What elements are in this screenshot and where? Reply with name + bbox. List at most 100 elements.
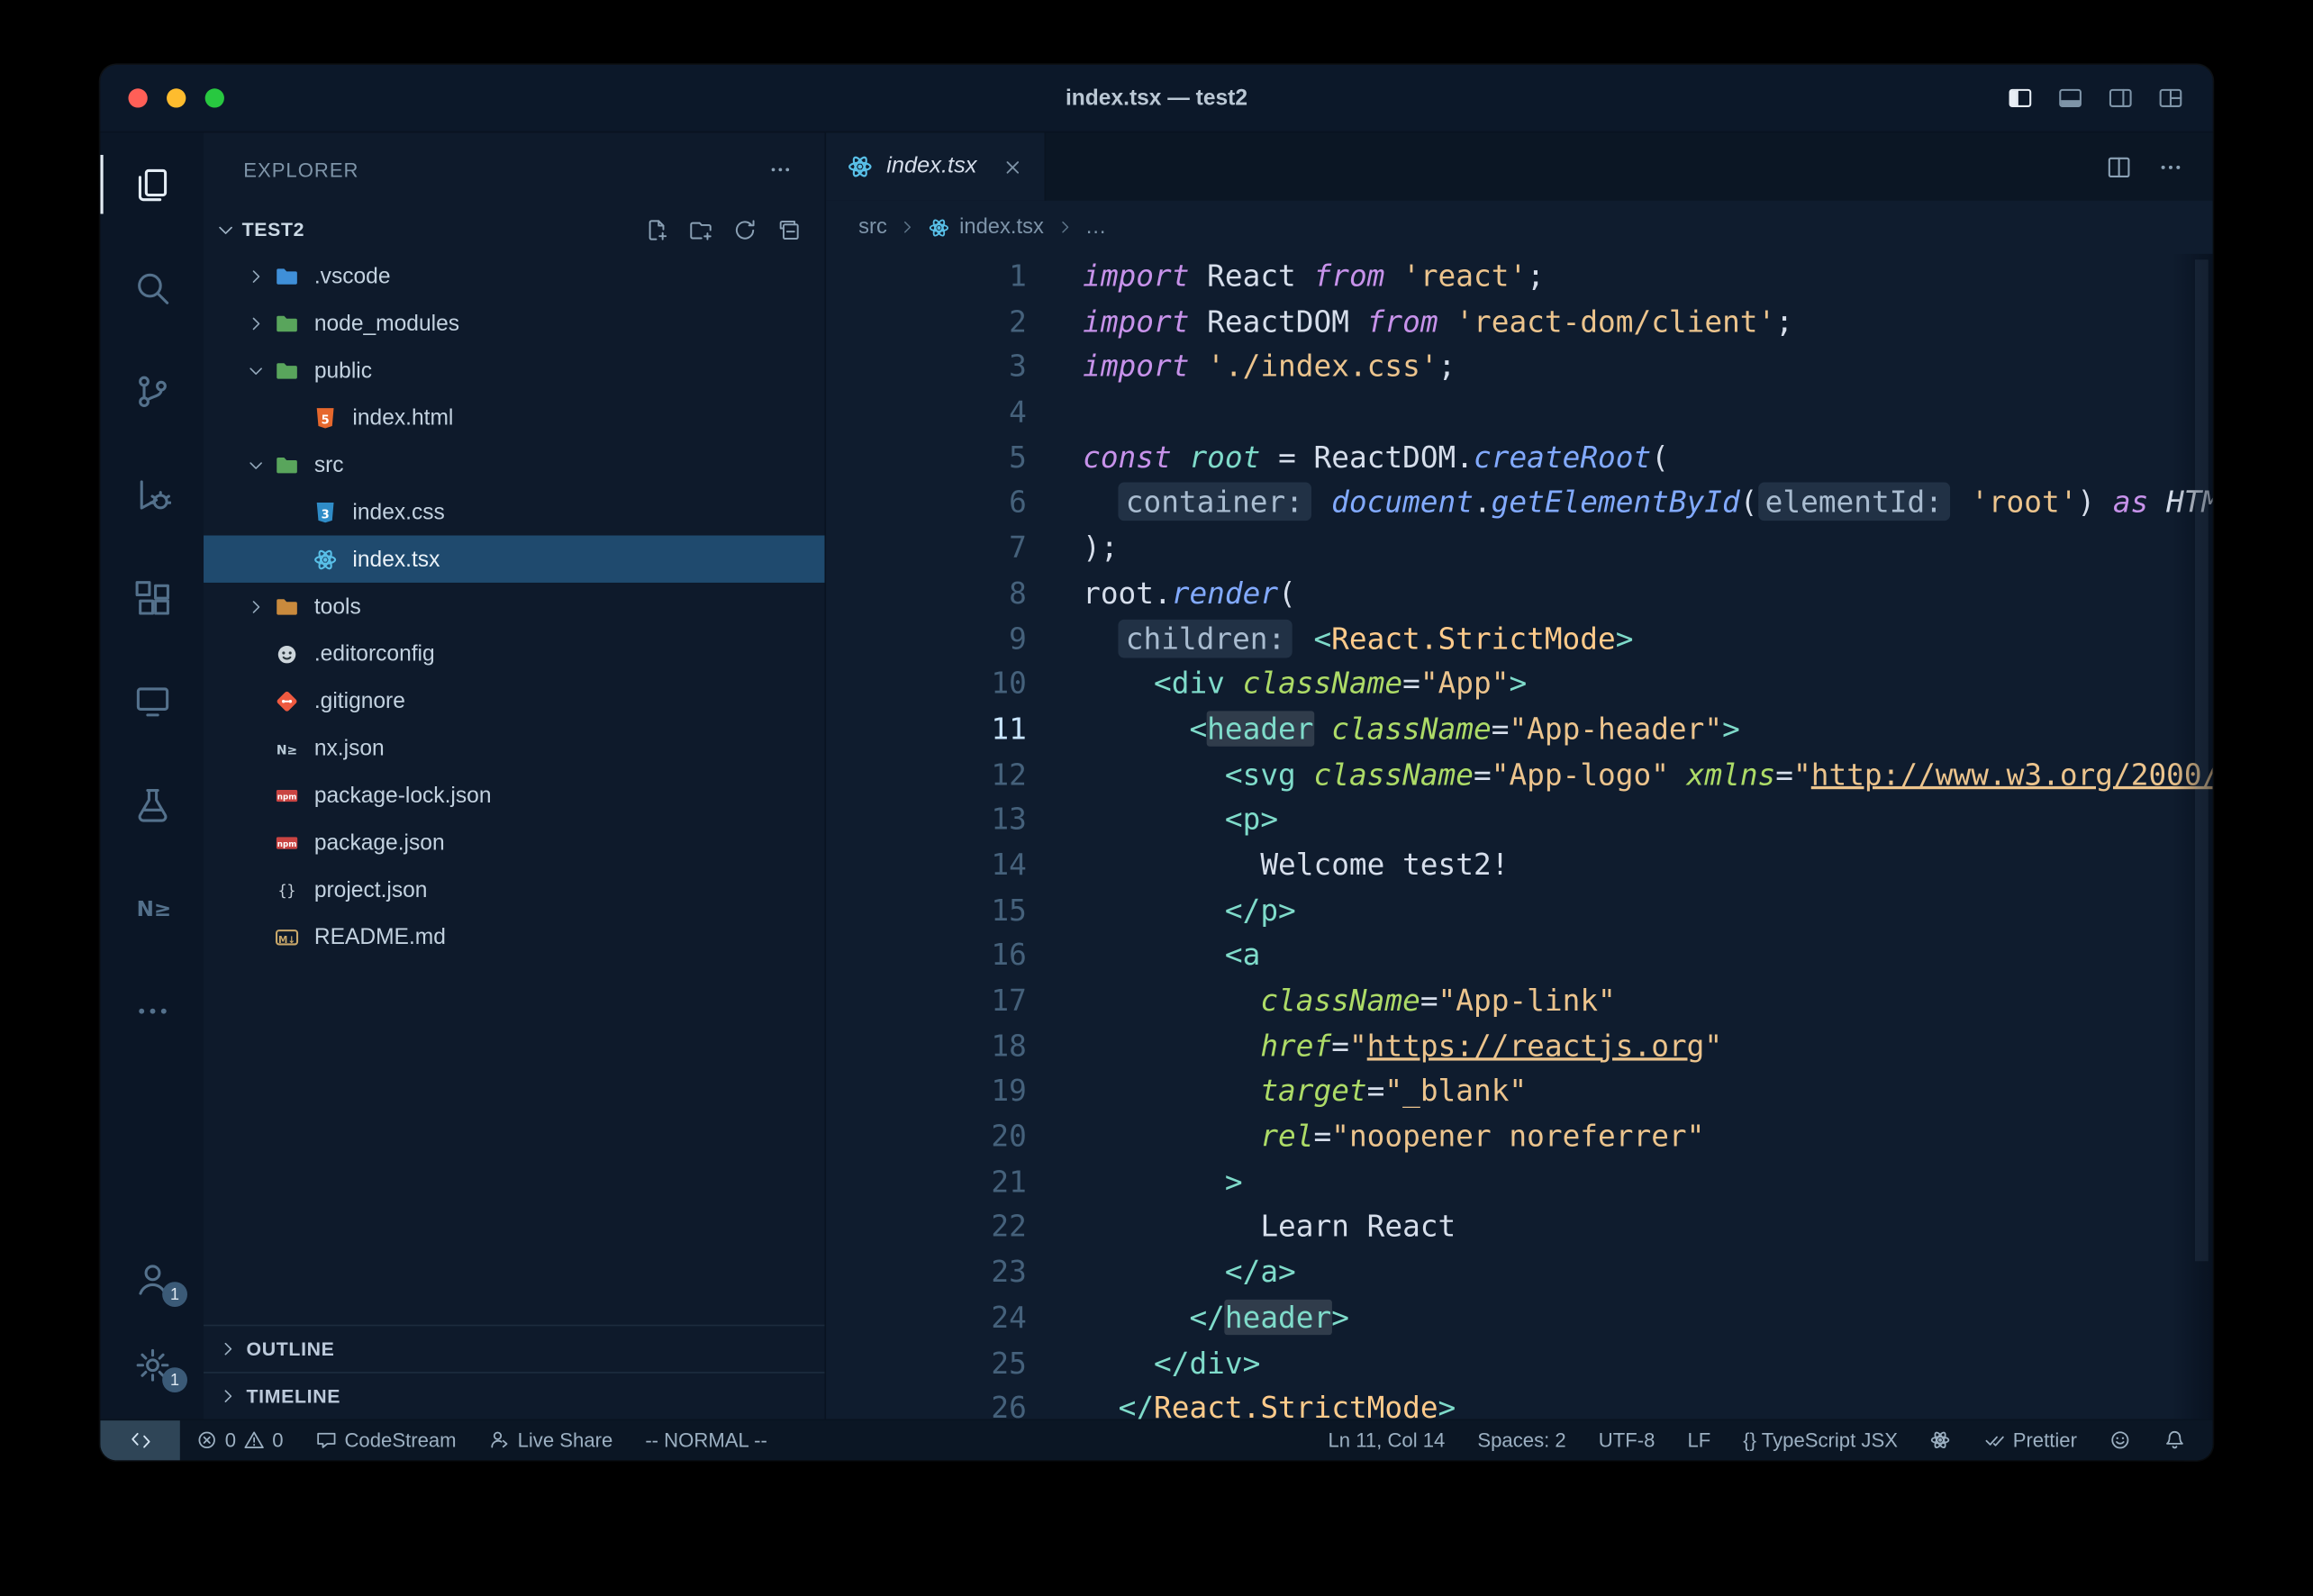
close-icon[interactable] [1002, 156, 1024, 178]
tree-item-node-modules[interactable]: node_modules [204, 299, 824, 346]
minimize-button[interactable] [167, 88, 186, 107]
tree-item-public[interactable]: public [204, 347, 824, 394]
ellipsis-icon [133, 992, 170, 1029]
activity-search[interactable] [100, 236, 204, 340]
layout-panel-icon[interactable] [2058, 86, 2083, 111]
new-folder-icon[interactable] [689, 218, 712, 241]
file-label: .gitignore [314, 688, 405, 713]
chevron-right-icon [239, 596, 271, 615]
code-line-20: rel="noopener noreferrer" [1083, 1114, 2213, 1159]
split-editor-icon[interactable] [2107, 154, 2132, 179]
tree-item-src[interactable]: src [204, 441, 824, 488]
file-label: public [314, 358, 372, 383]
code-line-9: children: <React.StrictMode> [1083, 616, 2213, 661]
status-cursor-position[interactable]: Ln 11, Col 14 [1311, 1420, 1461, 1460]
layout-sidebar-left-icon[interactable] [2008, 86, 2033, 111]
panel-outline[interactable]: OUTLINE [204, 1325, 824, 1372]
activity-bar: N≥ 1 1 [100, 132, 204, 1419]
breadcrumb-label: index.tsx [959, 215, 1044, 239]
status-label: LF [1687, 1429, 1710, 1452]
breadcrumb-item-src[interactable]: src [858, 215, 887, 239]
status-feedback[interactable] [2093, 1420, 2147, 1460]
activity-source-control[interactable] [100, 340, 204, 443]
window-title: index.tsx — test2 [1066, 86, 1247, 111]
ellipsis-icon[interactable] [2158, 154, 2183, 179]
activity-testing[interactable] [100, 752, 204, 856]
svg-text:5: 5 [322, 413, 330, 427]
tab-index-tsx[interactable]: index.tsx [826, 132, 1046, 200]
svg-text:npm: npm [277, 839, 296, 848]
workspace-section-header[interactable]: TEST2 [204, 206, 824, 252]
new-file-icon[interactable] [645, 218, 668, 241]
status-label: Ln 11, Col 14 [1328, 1429, 1445, 1452]
tree-item-package-lock-json[interactable]: npmpackage-lock.json [204, 772, 824, 819]
close-button[interactable] [128, 88, 147, 107]
code-line-6: container: document.getElementById(eleme… [1083, 480, 2213, 525]
line-numbers-gutter[interactable]: 1234567891011121314151617181920212223242… [826, 254, 1083, 1419]
badge: 1 [162, 1367, 187, 1392]
code-line-11: <header className="App-header"> [1083, 706, 2213, 751]
status-language-mode[interactable]: {} TypeScript JSX [1727, 1420, 1914, 1460]
status-eol[interactable]: LF [1671, 1420, 1727, 1460]
tree-item-project-json[interactable]: {}project.json [204, 866, 824, 912]
breadcrumb-item-[interactable]: … [1085, 215, 1107, 239]
activity-run-and-debug[interactable] [100, 442, 204, 546]
refresh-icon[interactable] [733, 218, 757, 241]
tree-item-readme-md[interactable]: M↓README.md [204, 913, 824, 960]
code-line-25: </div> [1083, 1340, 2213, 1385]
tree-item-package-json[interactable]: npmpackage.json [204, 819, 824, 866]
activity-additional-views[interactable] [100, 959, 204, 1063]
status-indentation[interactable]: Spaces: 2 [1461, 1420, 1582, 1460]
tree-item-nx-json[interactable]: N≥nx.json [204, 724, 824, 771]
tree-item-index-tsx[interactable]: index.tsx [204, 536, 824, 583]
code-line-14: Welcome test2! [1083, 842, 2213, 887]
panel-timeline[interactable]: TIMELINE [204, 1372, 824, 1419]
status-notifications[interactable] [2147, 1420, 2201, 1460]
status-problems[interactable]: 00 [180, 1420, 300, 1460]
breadcrumb-item-index-tsx[interactable]: index.tsx [929, 215, 1044, 239]
status-prettier[interactable]: Prettier [1968, 1420, 2093, 1460]
folder-icon [271, 311, 302, 336]
layout-sidebar-right-icon[interactable] [2108, 86, 2133, 111]
status-codestream[interactable]: CodeStream [300, 1420, 473, 1460]
explorer-more-icon[interactable] [768, 158, 792, 181]
status-live-share[interactable]: Live Share [473, 1420, 630, 1460]
tree-item-editorconfig[interactable]: .editorconfig [204, 630, 824, 676]
tree-item-tools[interactable]: tools [204, 583, 824, 630]
css3-icon: 3 [310, 499, 340, 524]
npm-icon: npm [271, 830, 302, 855]
file-label: package-lock.json [314, 783, 492, 808]
activity-accounts[interactable]: 1 [100, 1236, 204, 1321]
editor-scrollbar[interactable] [2195, 259, 2209, 1262]
remote-indicator[interactable] [100, 1420, 179, 1460]
line-number-19: 19 [826, 1068, 1027, 1113]
explorer-header: EXPLORER [204, 132, 824, 206]
activity-settings[interactable]: 1 [100, 1321, 204, 1407]
layout-customize-icon[interactable] [2158, 86, 2183, 111]
chevron-right-icon [239, 313, 271, 332]
code-editor[interactable]: 1234567891011121314151617181920212223242… [826, 254, 2212, 1419]
code-line-4 [1083, 389, 2213, 434]
activity-nx-console[interactable]: N≥ [100, 856, 204, 959]
chevron-down-icon [239, 360, 271, 379]
tree-item-index-html[interactable]: 5index.html [204, 394, 824, 440]
badge: 1 [162, 1282, 187, 1307]
tree-item-gitignore[interactable]: .gitignore [204, 677, 824, 724]
collapse-all-icon[interactable] [777, 218, 801, 241]
tab-label: index.tsx [886, 153, 976, 179]
svg-text:{}: {} [278, 881, 296, 898]
activity-remote-explorer[interactable] [100, 649, 204, 753]
status-vim-mode[interactable]: -- NORMAL -- [629, 1420, 784, 1460]
activity-extensions[interactable] [100, 546, 204, 649]
tree-item-index-css[interactable]: 3index.css [204, 488, 824, 535]
code-line-10: <div className="App"> [1083, 661, 2213, 706]
zoom-button[interactable] [205, 88, 224, 107]
breadcrumb-label: src [858, 215, 887, 239]
status-react-status[interactable] [1914, 1420, 1968, 1460]
line-number-22: 22 [826, 1204, 1027, 1249]
tree-item-vscode[interactable]: .vscode [204, 252, 824, 299]
breadcrumb: src index.tsx … [826, 201, 2212, 254]
activity-explorer[interactable] [100, 132, 204, 236]
line-number-14: 14 [826, 842, 1027, 887]
status-encoding[interactable]: UTF-8 [1583, 1420, 1672, 1460]
